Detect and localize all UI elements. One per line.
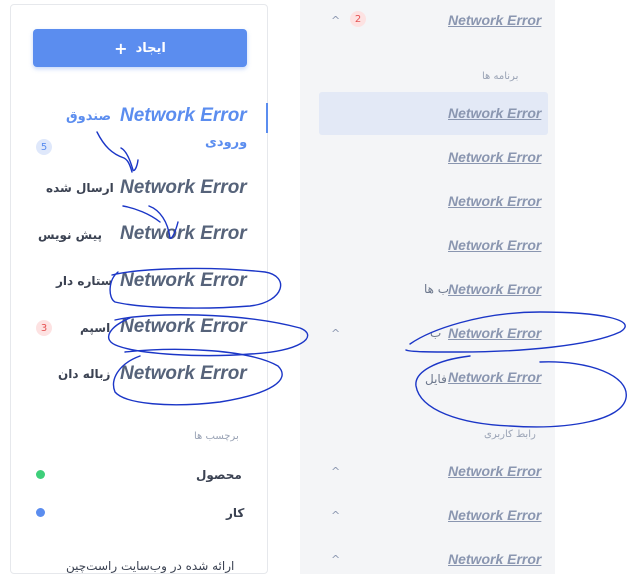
ink-ellipse-trash (113, 348, 283, 406)
ink-arrow-1 (96, 131, 139, 173)
ink-ellipse-sidebar-7 (415, 355, 627, 428)
ink-ellipse-sidebar-6 (405, 311, 626, 353)
ink-ellipse-starred (109, 267, 282, 309)
ink-annotations (96, 131, 627, 428)
ink-arrow-2 (122, 205, 179, 239)
ink-ellipse-spam (107, 314, 309, 357)
